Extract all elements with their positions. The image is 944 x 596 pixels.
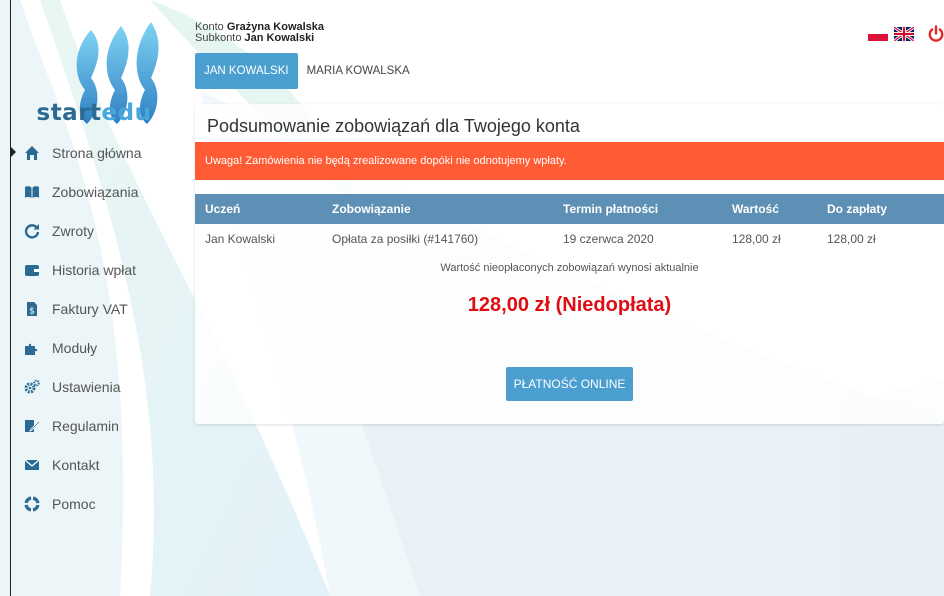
sidebar-item-label: Zwroty xyxy=(52,222,94,239)
gears-icon xyxy=(24,379,40,395)
uk-flag-icon[interactable] xyxy=(894,27,914,41)
edit-document-icon xyxy=(24,418,40,434)
unpaid-amount: 128,00 zł (Niedopłata) xyxy=(467,294,672,316)
sidebar-item-label: Faktury VAT xyxy=(52,300,128,317)
payment-warning-alert: Uwaga! Zamówienia nie będą zrealizowane … xyxy=(195,142,944,180)
tab-jan-kowalski[interactable]: JAN KOWALSKI xyxy=(195,53,298,89)
online-payment-button[interactable]: PŁATNOŚĆ ONLINE xyxy=(506,367,633,401)
sidebar-item-obligations[interactable]: Zobowiązania xyxy=(11,172,186,211)
cell-value: 128,00 zł xyxy=(732,232,781,246)
logo-text: startedu xyxy=(36,100,152,126)
lifebuoy-icon xyxy=(24,495,40,512)
sidebar-item-refunds[interactable]: Zwroty xyxy=(11,211,186,250)
envelope-icon xyxy=(24,457,40,473)
cell-obligation: Opłata za posiłki (#141760) xyxy=(332,232,479,246)
sidebar-item-label: Moduły xyxy=(52,339,98,356)
sidebar-item-help[interactable]: Pomoc xyxy=(11,484,186,523)
sidebar-item-label: Zobowiązania xyxy=(52,183,139,200)
sidebar-item-modules[interactable]: Moduły xyxy=(11,328,186,367)
sidebar-item-label: Kontakt xyxy=(52,456,100,473)
cell-due-date: 19 czerwca 2020 xyxy=(563,232,654,246)
table-header: Uczeń Zobowiązanie Termin płatności Wart… xyxy=(195,194,944,224)
cell-student: Jan Kowalski xyxy=(205,232,276,246)
sidebar-item-label: Regulamin xyxy=(52,417,119,434)
column-header-due-date: Termin płatności xyxy=(563,202,659,216)
obligations-summary-panel: Podsumowanie zobowiązań dla Twojego kont… xyxy=(195,104,944,424)
home-icon xyxy=(24,145,40,161)
sidebar-item-settings[interactable]: Ustawienia xyxy=(11,367,186,406)
sidebar-item-contact[interactable]: Kontakt xyxy=(11,445,186,484)
tab-maria-kowalska[interactable]: MARIA KOWALSKA xyxy=(298,53,419,89)
sidebar-item-payment-history[interactable]: Historia wpłat xyxy=(11,250,186,289)
header-actions xyxy=(868,25,944,43)
sidebar-item-label: Pomoc xyxy=(52,495,96,512)
sidebar-nav: Strona główna Zobowiązania Zwroty Histor… xyxy=(10,133,186,523)
svg-text:$: $ xyxy=(29,306,35,316)
sidebar-item-home[interactable]: Strona główna xyxy=(10,133,186,172)
power-icon[interactable] xyxy=(928,25,944,43)
account-info: Konto Grażyna Kowalska Subkonto Jan Kowa… xyxy=(195,22,324,44)
refresh-icon xyxy=(24,223,40,239)
column-header-to-pay: Do zapłaty xyxy=(827,202,888,216)
sidebar-item-label: Historia wpłat xyxy=(52,261,137,278)
wallet-icon xyxy=(24,262,40,278)
invoice-icon: $ xyxy=(24,301,40,317)
subkonto-name: Jan Kowalski xyxy=(244,32,315,44)
column-header-student: Uczeń xyxy=(205,202,241,216)
book-icon xyxy=(24,184,40,200)
puzzle-icon xyxy=(24,340,40,356)
sidebar-item-label: Strona główna xyxy=(52,144,142,161)
sidebar-item-vat-invoices[interactable]: $ Faktury VAT xyxy=(11,289,186,328)
page-title: Podsumowanie zobowiązań dla Twojego kont… xyxy=(207,116,580,136)
poland-flag-icon[interactable] xyxy=(868,27,888,41)
column-header-obligation: Zobowiązanie xyxy=(332,202,411,216)
sidebar-item-label: Ustawienia xyxy=(52,378,121,395)
sidebar: startedu Strona główna Zobowiązania Zwro… xyxy=(10,0,186,596)
cell-to-pay: 128,00 zł xyxy=(827,232,876,246)
student-tabs: JAN KOWALSKI MARIA KOWALSKA xyxy=(195,53,419,89)
column-header-value: Wartość xyxy=(732,202,779,216)
table-row: Jan Kowalski Opłata za posiłki (#141760)… xyxy=(195,224,944,254)
sidebar-item-terms[interactable]: Regulamin xyxy=(11,406,186,445)
subkonto-label: Subkonto xyxy=(195,32,242,44)
unpaid-summary-text: Wartość nieopłaconych zobowiązań wynosi … xyxy=(440,262,699,274)
